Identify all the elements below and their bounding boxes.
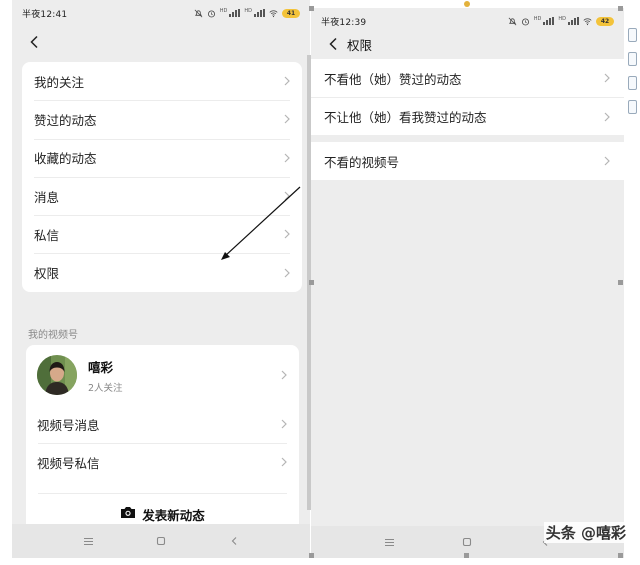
menu-item-label: 不看的视频号 [324,154,400,170]
resize-handle[interactable] [618,280,623,285]
signal-icon: HD [534,17,555,25]
editor-side-toolbar [628,28,638,114]
blocked-channels-group: 不看的视频号 [311,142,624,180]
resize-handle[interactable] [309,553,314,558]
chevron-right-icon [602,73,612,83]
status-icons: HD HD 42 [508,16,614,26]
watermark: 头条 @嘻彩 [543,522,628,543]
signal-icon: HD [558,17,579,25]
mute-icon [508,17,517,26]
resize-handle[interactable] [464,1,470,7]
resize-handle[interactable] [618,553,623,558]
right-screen: 半夜12:39 HD HD 42 权限 不看他（她）赞过的动态 不让他（她）看我… [311,8,624,558]
header-bar: 权限 [311,30,624,58]
edit-tool-icon[interactable] [628,100,637,114]
alarm-icon [521,17,530,26]
resize-handle[interactable] [309,280,314,285]
menu-item-hide-my-likes[interactable]: 不让他（她）看我赞过的动态 [311,97,624,135]
menu-item-label: 不让他（她）看我赞过的动态 [324,110,487,125]
menu-item-label: 不看他（她）赞过的动态 [324,71,462,87]
crop-tool-icon[interactable] [628,76,637,90]
chevron-right-icon [602,112,612,122]
back-arrow-icon[interactable] [323,34,343,54]
comparison-canvas: 半夜12:41 HD HD 41 我的关注 赞过的动态 收藏的动态 消息 私信 … [0,0,640,565]
status-time: 半夜12:39 [321,17,367,28]
layout-tool-icon[interactable] [628,28,637,42]
resize-handle[interactable] [309,6,314,11]
menu-item-hide-their-likes[interactable]: 不看他（她）赞过的动态 [311,59,624,97]
resize-handle[interactable] [618,6,623,11]
zoom-tool-icon[interactable] [628,52,637,66]
battery-indicator: 42 [596,16,614,26]
permissions-group: 不看他（她）赞过的动态 不让他（她）看我赞过的动态 [311,59,624,135]
menu-item-blocked-channels[interactable]: 不看的视频号 [311,142,624,180]
chevron-right-icon [602,156,612,166]
wifi-icon [583,17,592,26]
page-title: 权限 [347,37,373,53]
menu-nav-icon[interactable] [383,535,397,549]
home-nav-icon[interactable] [460,535,474,549]
resize-handle[interactable] [464,553,469,558]
